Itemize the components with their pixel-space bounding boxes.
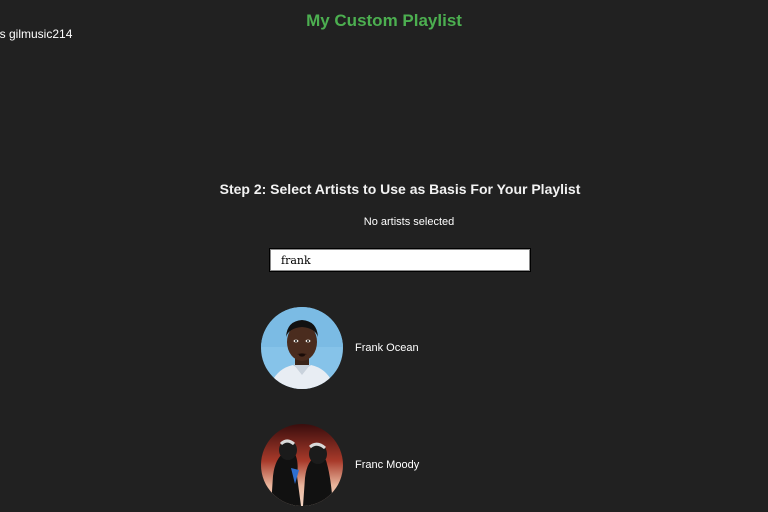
artist-result-frank-ocean[interactable]: Frank Ocean xyxy=(261,307,419,389)
selected-artists-status: No artists selected xyxy=(363,216,455,228)
artist-avatar-franc-moody[interactable] xyxy=(261,424,343,506)
playlist-app: as gilmusic214 My Custom Playlist Step 2… xyxy=(0,0,768,512)
artist-name: Franc Moody xyxy=(355,459,420,471)
artist-name: Frank Ocean xyxy=(355,342,419,354)
step-heading: Step 2: Select Artists to Use as Basis F… xyxy=(219,181,581,197)
artist-search-input[interactable] xyxy=(269,248,531,272)
artist-avatar-frank-ocean[interactable] xyxy=(261,307,343,389)
app-title: My Custom Playlist xyxy=(306,11,462,30)
artist-result-franc-moody[interactable]: Franc Moody xyxy=(261,424,419,506)
